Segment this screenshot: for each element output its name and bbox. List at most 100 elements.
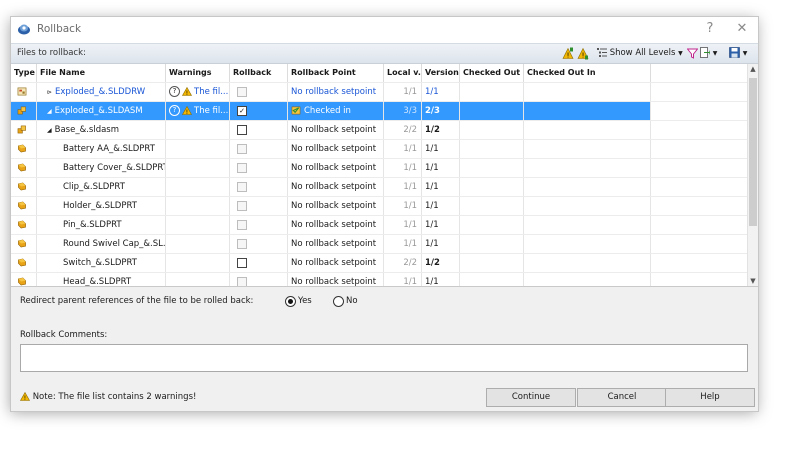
file-name-text: Switch_&.SLDPRT — [63, 258, 137, 268]
type-cell — [11, 140, 37, 159]
export-icon — [700, 47, 710, 58]
rollback-point-text: Checked in — [304, 106, 351, 116]
redirect-yes-radio[interactable] — [285, 296, 296, 307]
expand-triangle-icon[interactable]: ◢ — [47, 127, 52, 134]
rollback-point-cell[interactable]: No rollback setpoint — [288, 235, 384, 254]
warnings-cell — [166, 121, 230, 140]
local-version-cell: 1/1 — [384, 159, 422, 178]
checked-out-by-cell — [460, 273, 524, 286]
column-header-rollback-point[interactable]: Rollback Point — [288, 64, 384, 82]
column-header-rollback[interactable]: Rollback — [230, 64, 288, 82]
table-row[interactable]: ◢ Exploded_&.SLDASM?! The fil... ✓ Checked i… — [11, 101, 748, 121]
column-header-checked-out-in[interactable]: Checked Out In — [524, 64, 651, 82]
column-header-checked-out-by[interactable]: Checked Out ... — [460, 64, 524, 82]
warnings-note-text: Note: The file list contains 2 warnings! — [32, 392, 197, 402]
warnings-cell[interactable]: ?! The fil... — [166, 102, 230, 121]
rollback-point-cell[interactable]: No rollback setpoint — [288, 273, 384, 287]
rollback-checkbox[interactable] — [237, 257, 247, 268]
table-row[interactable]: Battery AA_&.SLDPRT No rollback setpoint 1… — [11, 139, 748, 159]
files-toolbar: Files to rollback: ! ! Show All Levels ▼ — [11, 43, 758, 64]
file-name-cell: Battery Cover_&.SLDPRT — [37, 159, 166, 178]
table-row[interactable]: Round Swivel Cap_&.SL... No rollback setp… — [11, 234, 748, 254]
rollback-point-cell[interactable]: No rollback setpoint — [288, 159, 384, 178]
levels-icon — [597, 48, 607, 57]
rollback-point-cell[interactable]: No rollback setpoint — [288, 140, 384, 159]
export-dropdown[interactable]: ▼ — [700, 47, 717, 60]
column-header-file-name[interactable]: File Name — [37, 64, 166, 82]
rollback-cell — [230, 121, 288, 140]
help-title-button[interactable]: ? — [697, 19, 723, 39]
warnings-cell — [166, 178, 230, 197]
checked-out-by-cell — [460, 140, 524, 159]
version-cell: 2/3 — [422, 102, 460, 121]
rollback-point-cell[interactable]: No rollback setpoint — [288, 178, 384, 197]
show-levels-dropdown[interactable]: Show All Levels ▼ — [597, 47, 683, 60]
redirect-yes-label: Yes — [298, 296, 312, 306]
reference-arrow-icon[interactable]: ⊳ — [47, 89, 52, 96]
help-button[interactable]: Help — [665, 388, 755, 407]
warnings-cell — [166, 159, 230, 178]
table-row[interactable]: ◢ Base_&.sldasm No rollback setpoint 2/2 1/2 — [11, 120, 748, 140]
table-row[interactable]: Head_&.SLDPRT No rollback setpoint 1/1 1/1 — [11, 272, 748, 287]
warning-up-icon[interactable]: ! — [562, 47, 574, 60]
filter-icon[interactable] — [687, 47, 698, 60]
checked-out-by-cell — [460, 121, 524, 140]
local-version-cell: 2/2 — [384, 121, 422, 140]
scrollbar-thumb[interactable] — [749, 78, 757, 226]
rollback-point-text: No rollback setpoint — [291, 220, 377, 230]
rollback-point-text: No rollback setpoint — [291, 277, 377, 287]
local-version-cell: 1/1 — [384, 235, 422, 254]
warnings-cell — [166, 197, 230, 216]
warnings-cell[interactable]: ?! The fil... — [166, 83, 230, 102]
redirect-no-radio[interactable] — [333, 296, 344, 307]
filler-cell — [651, 83, 748, 102]
scroll-down-arrow-icon[interactable]: ▼ — [748, 277, 758, 285]
column-header-version[interactable]: Version — [422, 64, 460, 82]
file-name-text: Battery Cover_&.SLDPRT — [63, 163, 166, 173]
rollback-point-cell[interactable]: No rollback setpoint — [288, 197, 384, 216]
version-cell: 1/2 — [422, 121, 460, 140]
file-name-text: Holder_&.SLDPRT — [63, 201, 137, 211]
table-row[interactable]: Clip_&.SLDPRT No rollback setpoint 1/1 1/1 — [11, 177, 748, 197]
save-dropdown[interactable]: ▼ — [729, 47, 747, 60]
type-cell — [11, 235, 37, 254]
file-name-text: Clip_&.SLDPRT — [63, 182, 125, 192]
close-button[interactable]: ✕ — [729, 19, 755, 39]
rollback-point-text: No rollback setpoint — [291, 144, 377, 154]
rollback-checkbox[interactable]: ✓ — [237, 105, 247, 116]
warning-icon: ! — [182, 87, 192, 96]
warning-down-icon[interactable]: ! — [577, 47, 589, 60]
checked-out-by-cell — [460, 197, 524, 216]
window-title: Rollback — [37, 23, 82, 35]
column-header-local-version[interactable]: Local v... — [384, 64, 422, 82]
column-header-type[interactable]: Type — [11, 64, 37, 82]
rollback-point-cell[interactable]: No rollback setpoint — [288, 216, 384, 235]
vertical-scrollbar[interactable]: ▲ ▼ — [747, 64, 758, 286]
chevron-down-icon: ▼ — [742, 50, 748, 57]
local-version-cell: 1/1 — [384, 273, 422, 286]
type-cell — [11, 273, 37, 286]
cancel-button[interactable]: Cancel — [577, 388, 667, 407]
filler-cell — [651, 102, 748, 121]
table-row[interactable]: ⊳ Exploded_&.SLDDRW?! The fil... No rollbac… — [11, 82, 748, 102]
rollback-point-cell[interactable]: Checked in — [288, 102, 384, 121]
table-row[interactable]: Holder_&.SLDPRT No rollback setpoint 1/1 1/… — [11, 196, 748, 216]
checked-in-icon — [291, 106, 301, 115]
expand-triangle-icon[interactable]: ◢ — [47, 108, 52, 115]
rollback-point-cell[interactable]: No rollback setpoint — [288, 254, 384, 273]
rollback-point-cell[interactable]: No rollback setpoint — [288, 121, 384, 140]
rollback-point-cell[interactable]: No rollback setpoint — [288, 83, 384, 102]
rollback-cell — [230, 273, 288, 286]
table-row[interactable]: Switch_&.SLDPRT No rollback setpoint 2/2 1/… — [11, 253, 748, 273]
continue-button[interactable]: Continue — [486, 388, 576, 407]
scroll-up-arrow-icon[interactable]: ▲ — [748, 65, 758, 73]
version-cell: 1/1 — [422, 140, 460, 159]
rollback-checkbox[interactable] — [237, 124, 247, 135]
table-row[interactable]: Pin_&.SLDPRT No rollback setpoint 1/1 1/1 — [11, 215, 748, 235]
table-row[interactable]: Battery Cover_&.SLDPRT No rollback setpoi… — [11, 158, 748, 178]
filler-cell — [651, 197, 748, 216]
comments-label: Rollback Comments: — [20, 330, 108, 340]
type-cell — [11, 121, 37, 140]
column-header-warnings[interactable]: Warnings — [166, 64, 230, 82]
rollback-comments-input[interactable] — [20, 344, 748, 372]
